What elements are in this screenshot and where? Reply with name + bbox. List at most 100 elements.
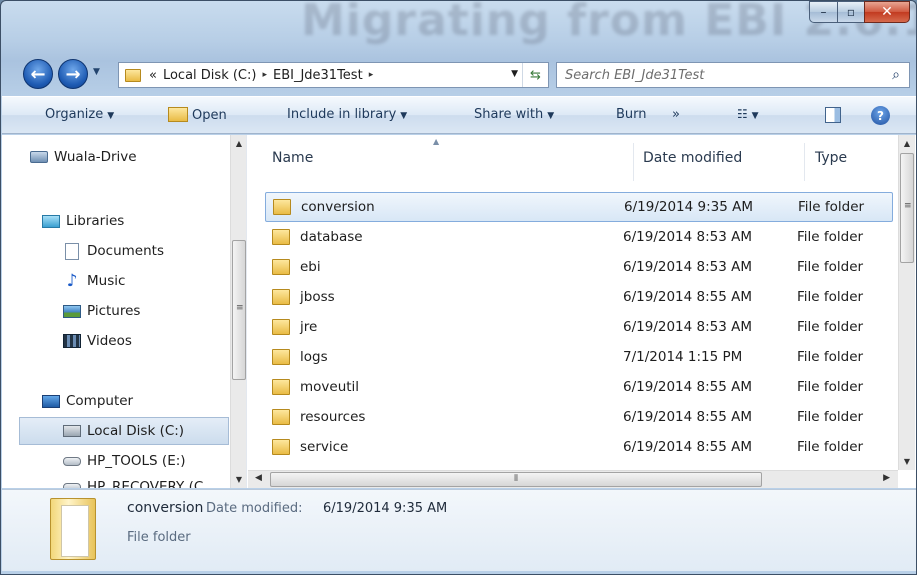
nav-item-label: HP_RECOVERY (C bbox=[87, 479, 204, 488]
table-row[interactable]: jboss 6/19/2014 8:55 AM File folder bbox=[265, 282, 893, 312]
forward-button[interactable]: → bbox=[58, 59, 88, 89]
column-divider[interactable] bbox=[633, 143, 634, 181]
recent-pages-dropdown[interactable]: ▼ bbox=[93, 67, 100, 77]
column-label: Date modified bbox=[643, 150, 743, 166]
nav-item-music[interactable]: ♪ Music bbox=[63, 267, 126, 295]
file-name: ebi bbox=[300, 259, 321, 275]
file-type: File folder bbox=[797, 439, 864, 455]
computer-icon bbox=[42, 394, 60, 408]
nav-item-computer[interactable]: Computer bbox=[42, 387, 133, 415]
table-row[interactable]: service 6/19/2014 8:55 AM File folder bbox=[265, 432, 893, 462]
share-with-button[interactable]: Share with ▼ bbox=[474, 107, 554, 122]
file-list-vertical-scrollbar[interactable]: ▲ ≡ ▼ bbox=[898, 135, 915, 470]
address-bar[interactable]: « Local Disk (C:) ▸ EBI_Jde31Test ▸ ▼ ⇆ bbox=[118, 62, 549, 88]
close-button[interactable]: ✕ bbox=[864, 1, 910, 23]
scroll-down-icon[interactable]: ▼ bbox=[899, 453, 915, 470]
file-type: File folder bbox=[797, 229, 864, 245]
file-list: Name ▲ Date modified Type conversion 6/1… bbox=[248, 135, 916, 488]
chevron-down-icon: ▼ bbox=[400, 111, 408, 121]
nav-item-local-disk[interactable]: Local Disk (C:) bbox=[19, 417, 229, 445]
navigation-scrollbar[interactable]: ▲ ≡ ▼ bbox=[230, 135, 246, 488]
file-date: 6/19/2014 8:55 AM bbox=[623, 409, 753, 425]
forward-arrow-icon: → bbox=[65, 63, 81, 85]
table-row[interactable]: conversion 6/19/2014 9:35 AM File folder bbox=[265, 192, 893, 222]
view-list-icon: ☷ bbox=[737, 107, 748, 121]
back-button[interactable]: ← bbox=[23, 59, 53, 89]
nav-item-wuala-drive[interactable]: Wuala-Drive bbox=[30, 143, 137, 171]
table-row[interactable]: database 6/19/2014 8:53 AM File folder bbox=[265, 222, 893, 252]
folder-icon bbox=[273, 199, 291, 215]
nav-item-pictures[interactable]: Pictures bbox=[63, 297, 140, 325]
scroll-right-icon[interactable]: ▶ bbox=[883, 473, 890, 483]
file-type: File folder bbox=[797, 289, 864, 305]
nav-item-documents[interactable]: Documents bbox=[63, 237, 164, 265]
nav-item-label: HP_TOOLS (E:) bbox=[87, 453, 186, 469]
nav-item-label: Local Disk (C:) bbox=[87, 423, 185, 439]
folder-icon bbox=[272, 319, 290, 335]
folder-icon bbox=[272, 259, 290, 275]
column-divider[interactable] bbox=[804, 143, 805, 181]
address-dropdown-icon[interactable]: ▼ bbox=[511, 69, 518, 79]
file-list-horizontal-scrollbar[interactable]: ◀ ⫴ ▶ bbox=[248, 470, 898, 488]
table-row[interactable]: logs 7/1/2014 1:15 PM File folder bbox=[265, 342, 893, 372]
include-in-library-button[interactable]: Include in library ▼ bbox=[287, 107, 407, 122]
column-label: Name bbox=[272, 150, 314, 166]
nav-item-libraries[interactable]: Libraries bbox=[42, 207, 124, 235]
scrollbar-thumb[interactable]: ⫴ bbox=[270, 472, 762, 487]
table-row[interactable]: resources 6/19/2014 8:55 AM File folder bbox=[265, 402, 893, 432]
table-row[interactable]: ebi 6/19/2014 8:53 AM File folder bbox=[265, 252, 893, 282]
more-commands-button[interactable]: » bbox=[672, 107, 680, 122]
explorer-window: Migrating from EBI 2.6.1 to 3.1 – ▫ ✕ ← … bbox=[0, 0, 917, 575]
maximize-button[interactable]: ▫ bbox=[837, 1, 864, 23]
scroll-left-icon[interactable]: ◀ bbox=[255, 473, 262, 483]
search-input[interactable]: Search EBI_Jde31Test bbox=[565, 68, 883, 83]
folder-icon bbox=[272, 229, 290, 245]
chevron-down-icon: ▼ bbox=[751, 111, 759, 121]
back-arrow-icon: ← bbox=[30, 63, 46, 85]
folder-icon bbox=[272, 439, 290, 455]
burn-label: Burn bbox=[616, 107, 647, 122]
open-button[interactable]: Open bbox=[168, 107, 227, 123]
file-name: jboss bbox=[300, 289, 335, 305]
breadcrumb-separator-icon[interactable]: ▸ bbox=[369, 70, 374, 80]
chevron-down-icon: ▼ bbox=[547, 111, 555, 121]
nav-item-label: Videos bbox=[87, 333, 132, 349]
refresh-button[interactable]: ⇆ bbox=[522, 63, 548, 87]
file-name: service bbox=[300, 439, 349, 455]
burn-button[interactable]: Burn bbox=[616, 107, 647, 122]
column-header-name[interactable]: Name bbox=[272, 135, 313, 181]
breadcrumb-local-disk[interactable]: Local Disk (C:) bbox=[163, 68, 256, 83]
search-icon[interactable]: ⌕ bbox=[883, 67, 909, 83]
table-row[interactable]: moveutil 6/19/2014 8:55 AM File folder bbox=[265, 372, 893, 402]
music-icon: ♪ bbox=[66, 271, 78, 291]
folder-icon bbox=[125, 68, 141, 82]
folder-icon bbox=[272, 409, 290, 425]
navigation-pane: Wuala-Drive Libraries Documents ♪ Music P… bbox=[2, 135, 247, 488]
nav-item-hp-tools[interactable]: HP_TOOLS (E:) bbox=[63, 447, 186, 475]
address-overflow[interactable]: « bbox=[149, 68, 157, 83]
breadcrumb-ebi-jde31test[interactable]: EBI_Jde31Test bbox=[273, 68, 363, 83]
nav-item-videos[interactable]: Videos bbox=[63, 327, 132, 355]
breadcrumb-separator-icon[interactable]: ▸ bbox=[262, 70, 267, 80]
details-date-value: 6/19/2014 9:35 AM bbox=[323, 501, 448, 516]
scroll-up-icon[interactable]: ▲ bbox=[231, 135, 246, 152]
column-header-type[interactable]: Type bbox=[815, 135, 847, 181]
caption-buttons: – ▫ ✕ bbox=[809, 1, 910, 23]
file-name: resources bbox=[300, 409, 366, 425]
scroll-up-icon[interactable]: ▲ bbox=[899, 135, 915, 152]
preview-pane-icon[interactable] bbox=[825, 107, 841, 123]
table-row[interactable]: jre 6/19/2014 8:53 AM File folder bbox=[265, 312, 893, 342]
file-name: logs bbox=[300, 349, 328, 365]
nav-item-hp-recovery[interactable]: HP_RECOVERY (C bbox=[63, 473, 203, 488]
minimize-button[interactable]: – bbox=[809, 1, 837, 23]
organize-button[interactable]: Organize ▼ bbox=[45, 107, 114, 122]
scroll-down-icon[interactable]: ▼ bbox=[231, 471, 246, 488]
nav-item-label: Pictures bbox=[87, 303, 141, 319]
column-header-date[interactable]: Date modified bbox=[643, 135, 742, 181]
scrollbar-thumb[interactable]: ≡ bbox=[900, 153, 914, 263]
local-disk-icon bbox=[63, 425, 81, 437]
scrollbar-thumb[interactable]: ≡ bbox=[232, 240, 246, 380]
help-icon[interactable]: ? bbox=[871, 106, 890, 125]
change-view-button[interactable]: ☷ ▼ bbox=[737, 107, 759, 121]
search-box[interactable]: Search EBI_Jde31Test ⌕ bbox=[556, 62, 910, 88]
